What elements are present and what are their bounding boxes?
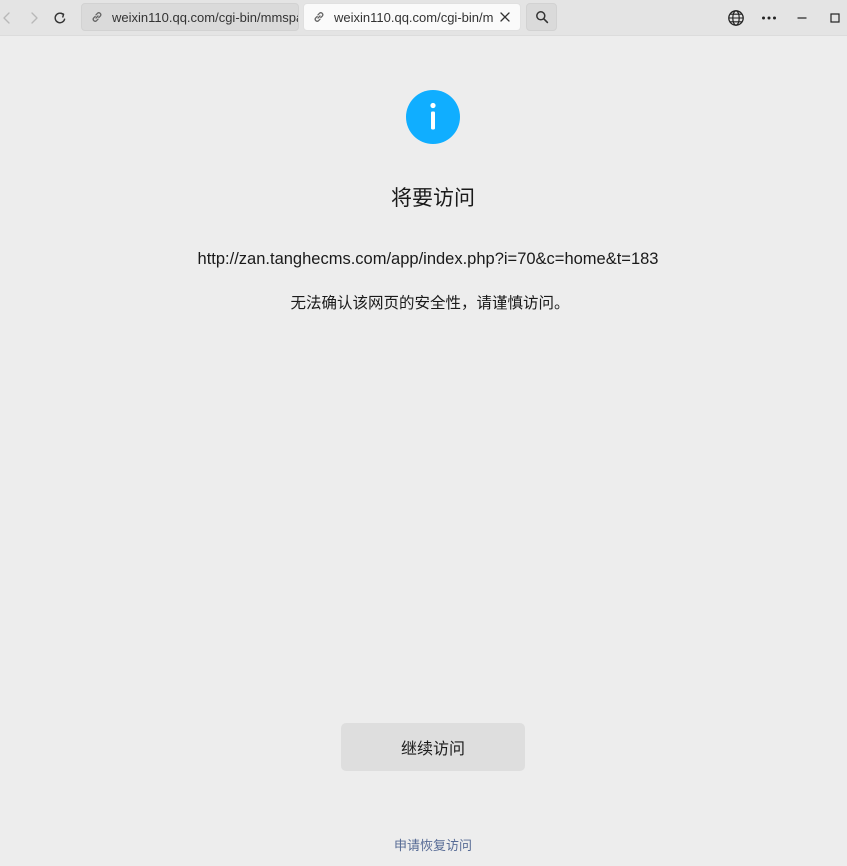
browser-window: weixin110.qq.com/cgi-bin/mmspamsupport w…: [0, 0, 847, 866]
reload-icon: [54, 12, 66, 24]
maximize-icon: [830, 13, 840, 23]
minimize-button[interactable]: [789, 5, 815, 31]
reload-button[interactable]: [47, 5, 73, 31]
tab-active[interactable]: weixin110.qq.com/cgi-bin/mmspamsupport: [303, 3, 521, 31]
more-icon: [762, 16, 776, 20]
search-icon: [535, 11, 548, 24]
link-icon: [312, 10, 326, 24]
forward-button[interactable]: [21, 5, 47, 31]
maximize-button[interactable]: [822, 5, 847, 31]
restore-access-link[interactable]: 申请恢复访问: [0, 835, 847, 854]
browser-toolbar: weixin110.qq.com/cgi-bin/mmspamsupport w…: [0, 0, 847, 36]
more-button[interactable]: [756, 5, 782, 31]
page-title: 将要访问: [391, 186, 475, 210]
link-icon: [90, 10, 104, 24]
chevron-right-icon: [31, 12, 38, 24]
tab-title: weixin110.qq.com/cgi-bin/mmspamsupport: [112, 9, 298, 25]
back-button[interactable]: [0, 5, 20, 31]
target-url: http://zan.tanghecms.com/app/index.php?i…: [197, 250, 659, 268]
continue-button[interactable]: 继续访问: [341, 723, 525, 771]
page-content: 将要访问 http://zan.tanghecms.com/app/index.…: [0, 36, 847, 866]
warning-message: 无法确认该网页的安全性，请谨慎访问。: [290, 294, 570, 312]
minimize-icon: [797, 17, 807, 19]
tab-inactive[interactable]: weixin110.qq.com/cgi-bin/mmspamsupport: [81, 3, 299, 31]
search-button[interactable]: [526, 3, 557, 31]
globe-icon: [728, 10, 744, 26]
globe-button[interactable]: [723, 5, 749, 31]
close-icon: [500, 12, 510, 22]
chevron-left-icon: [3, 12, 10, 24]
tab-title: weixin110.qq.com/cgi-bin/mmspamsupport: [334, 9, 493, 25]
info-icon: [406, 90, 460, 144]
tab-close-button[interactable]: [497, 9, 513, 25]
